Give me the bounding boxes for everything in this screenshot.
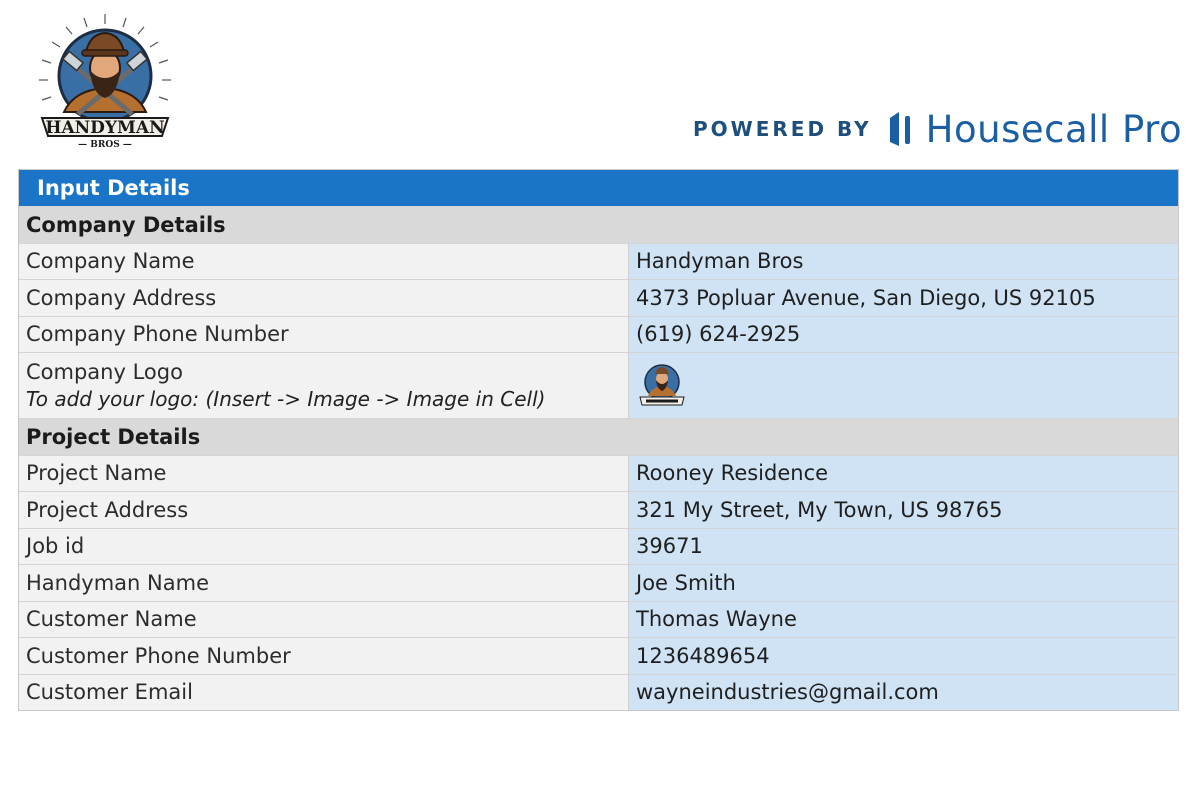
table-row: Project Name Rooney Residence xyxy=(19,454,1178,491)
table-row: Company Address 4373 Popluar Avenue, San… xyxy=(19,279,1178,316)
row-label: Company Logo To add your logo: (Insert -… xyxy=(19,353,629,418)
project-address-cell[interactable]: 321 My Street, My Town, US 98765 xyxy=(629,492,1178,528)
table-row: Customer Phone Number 1236489654 xyxy=(19,637,1178,674)
customer-phone-cell[interactable]: 1236489654 xyxy=(629,638,1178,674)
table-row: Company Phone Number (619) 624-2925 xyxy=(19,315,1178,352)
row-label: Company Name xyxy=(19,243,629,279)
section-heading-company: Company Details xyxy=(19,206,1178,243)
row-label: Job id xyxy=(19,528,629,564)
handyman-name-cell[interactable]: Joe Smith xyxy=(629,565,1178,601)
row-label: Company Phone Number xyxy=(19,316,629,352)
housecall-pro-brand-name: Housecall Pro xyxy=(925,107,1183,151)
table-row: Handyman Name Joe Smith xyxy=(19,564,1178,601)
company-name-cell[interactable]: Handyman Bros xyxy=(629,243,1178,279)
row-label: Customer Email xyxy=(19,674,629,710)
customer-name-cell[interactable]: Thomas Wayne xyxy=(629,601,1178,637)
row-label: Customer Phone Number xyxy=(19,638,629,674)
svg-text:HANDYMAN: HANDYMAN xyxy=(45,118,164,138)
company-logo-thumbnail-icon xyxy=(639,363,685,405)
project-name-cell[interactable]: Rooney Residence xyxy=(629,455,1178,491)
row-label: Company Address xyxy=(19,280,629,316)
table-row: Customer Email wayneindustries@gmail.com xyxy=(19,673,1178,710)
input-details-table: Input Details Company Details Company Na… xyxy=(18,169,1179,711)
row-label: Customer Name xyxy=(19,601,629,637)
table-row: Job id 39671 xyxy=(19,527,1178,564)
table-row: Company Name Handyman Bros xyxy=(19,242,1178,279)
powered-by-branding: POWERED BY Housecall Pro xyxy=(693,104,1182,154)
company-logo-cell[interactable] xyxy=(629,353,1178,418)
table-row: Customer Name Thomas Wayne xyxy=(19,600,1178,637)
row-label: Project Name xyxy=(19,455,629,491)
row-label: Handyman Name xyxy=(19,565,629,601)
company-address-cell[interactable]: 4373 Popluar Avenue, San Diego, US 92105 xyxy=(629,280,1178,316)
row-label: Project Address xyxy=(19,492,629,528)
company-logo-label: Company Logo xyxy=(26,360,183,384)
customer-email-cell[interactable]: wayneindustries@gmail.com xyxy=(629,674,1178,710)
logo-hint-text: To add your logo: (Insert -> Image -> Im… xyxy=(26,387,546,411)
section-heading-project: Project Details xyxy=(19,418,1178,455)
table-row: Project Address 321 My Street, My Town, … xyxy=(19,491,1178,528)
handyman-bros-logo-icon: HANDYMAN — BROS — xyxy=(39,14,171,150)
powered-by-label: POWERED BY xyxy=(693,117,872,141)
housecall-pro-logo-icon xyxy=(889,112,910,146)
svg-text:— BROS —: — BROS — xyxy=(78,140,132,150)
table-row: Company Logo To add your logo: (Insert -… xyxy=(19,352,1178,418)
job-id-cell[interactable]: 39671 xyxy=(629,528,1178,564)
company-phone-cell[interactable]: (619) 624-2925 xyxy=(629,316,1178,352)
table-title: Input Details xyxy=(19,170,1178,206)
